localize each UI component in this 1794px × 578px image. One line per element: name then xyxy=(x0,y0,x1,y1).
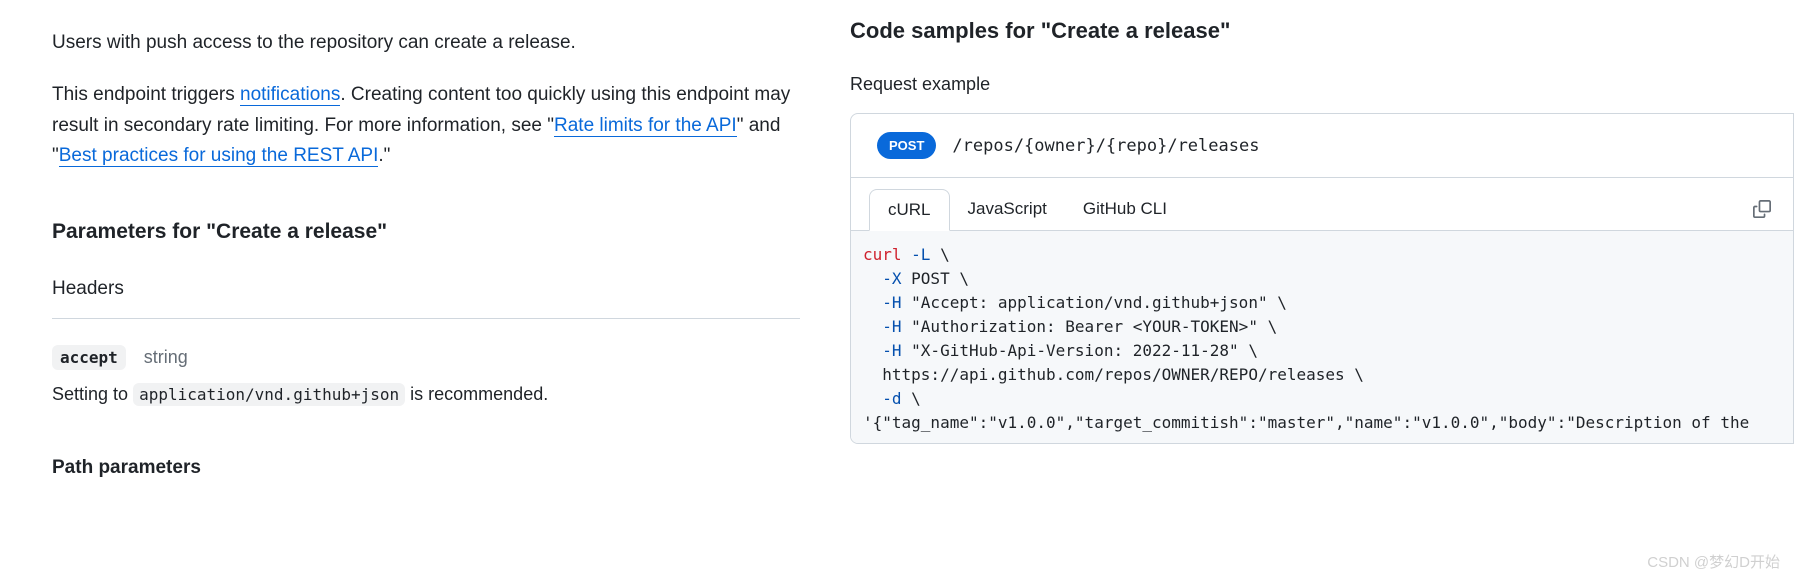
code-token: -L xyxy=(902,245,931,264)
method-badge: POST xyxy=(877,132,936,159)
code-token: https://api.github.com/repos/OWNER/REPO/… xyxy=(863,365,1364,384)
divider xyxy=(52,318,800,319)
left-column: Users with push access to the repository… xyxy=(0,0,850,578)
code-token: -H xyxy=(863,317,902,336)
copy-icon[interactable] xyxy=(1749,196,1775,222)
code-token: -X xyxy=(863,269,902,288)
rate-limit-paragraph: This endpoint triggers notifications. Cr… xyxy=(52,80,800,171)
tab-github-cli[interactable]: GitHub CLI xyxy=(1065,189,1185,229)
parameters-heading: Parameters for "Create a release" xyxy=(52,220,800,244)
code-token: '{"tag_name":"v1.0.0","target_commitish"… xyxy=(863,413,1749,432)
inline-code: application/vnd.github+json xyxy=(133,383,405,406)
param-type: string xyxy=(144,347,188,368)
param-row-accept: accept string xyxy=(52,345,800,370)
tab-curl[interactable]: cURL xyxy=(869,189,950,231)
param-description: Setting to application/vnd.github+json i… xyxy=(52,384,800,405)
code-token: -H xyxy=(863,293,902,312)
code-token: "Accept: application/vnd.github+json" \ xyxy=(902,293,1287,312)
code-token: "Authorization: Bearer <YOUR-TOKEN>" \ xyxy=(902,317,1278,336)
best-practices-link[interactable]: Best practices for using the REST API xyxy=(59,145,379,167)
endpoint-path: /repos/{owner}/{repo}/releases xyxy=(952,136,1259,156)
code-block: curl -L \ -X POST \ -H "Accept: applicat… xyxy=(851,230,1793,443)
right-column: Code samples for "Create a release" Requ… xyxy=(850,0,1794,578)
desc-text: Setting to xyxy=(52,384,133,404)
code-token: "X-GitHub-Api-Version: 2022-11-28" \ xyxy=(902,341,1258,360)
tab-javascript[interactable]: JavaScript xyxy=(950,189,1065,229)
desc-text: is recommended. xyxy=(405,384,548,404)
path-params-heading: Path parameters xyxy=(52,457,800,479)
rate-limits-link[interactable]: Rate limits for the API xyxy=(554,115,737,137)
code-token: \ xyxy=(930,245,949,264)
watermark: CSDN @梦幻D开始 xyxy=(1647,551,1780,572)
headers-subheading: Headers xyxy=(52,278,800,300)
param-name: accept xyxy=(52,345,126,370)
para-text: This endpoint triggers xyxy=(52,84,240,105)
tabs-row: cURL JavaScript GitHub CLI xyxy=(851,177,1793,230)
notifications-link[interactable]: notifications xyxy=(240,84,340,106)
code-token: -d xyxy=(863,389,902,408)
code-token: curl xyxy=(863,245,902,264)
code-token: -H xyxy=(863,341,902,360)
para-text: ." xyxy=(378,145,390,166)
request-line: POST /repos/{owner}/{repo}/releases xyxy=(851,114,1793,177)
request-example-heading: Request example xyxy=(850,74,1794,95)
intro-paragraph: Users with push access to the repository… xyxy=(52,28,800,58)
code-sample-card: POST /repos/{owner}/{repo}/releases cURL… xyxy=(850,113,1794,444)
code-token: POST \ xyxy=(902,269,969,288)
code-samples-heading: Code samples for "Create a release" xyxy=(850,18,1794,44)
code-token: \ xyxy=(902,389,921,408)
